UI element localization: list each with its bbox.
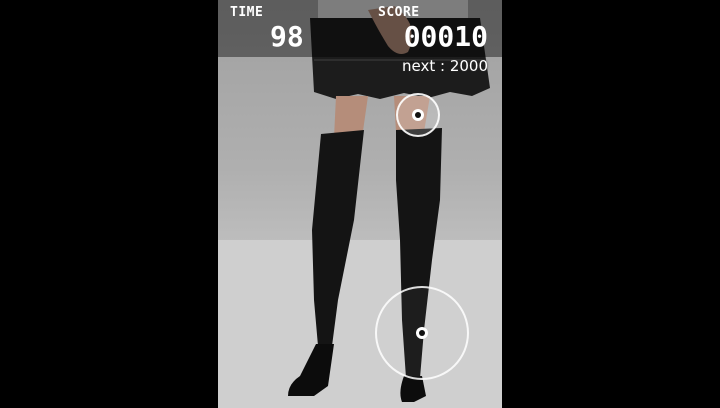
app-screen: TIME 98 SCORE 00010 next : 2000 <box>0 0 720 408</box>
time-label: TIME <box>230 5 264 20</box>
target-ring-large[interactable] <box>375 286 469 380</box>
target-ring-icon <box>416 327 428 339</box>
score-label: SCORE <box>378 5 420 20</box>
target-ring-small[interactable] <box>396 93 440 137</box>
next-score-threshold: next : 2000 <box>402 57 488 75</box>
time-counter: 98 <box>270 20 304 53</box>
score-counter: 00010 <box>403 20 488 53</box>
game-view[interactable]: TIME 98 SCORE 00010 next : 2000 <box>218 0 502 408</box>
hud-bar: TIME 98 SCORE 00010 <box>218 0 502 57</box>
target-ring-icon <box>412 109 424 121</box>
